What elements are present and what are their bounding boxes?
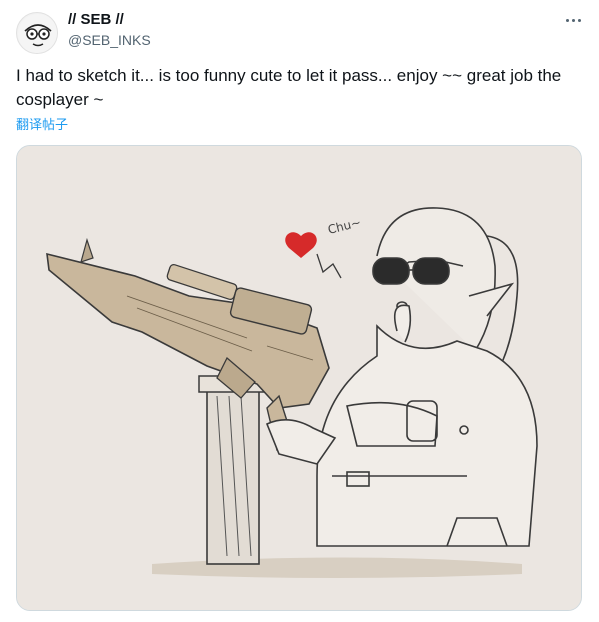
more-horizontal-icon bbox=[565, 18, 569, 22]
more-horizontal-icon bbox=[571, 18, 575, 22]
tweet-media-image[interactable]: Chu~ bbox=[16, 145, 582, 611]
tweet-card: // SEB // @SEB_INKS I had to sketch it..… bbox=[0, 0, 599, 622]
more-options-button[interactable] bbox=[559, 10, 587, 30]
more-horizontal-icon bbox=[577, 18, 581, 22]
display-name[interactable]: // SEB // bbox=[68, 10, 151, 29]
avatar[interactable] bbox=[16, 12, 58, 54]
translate-post-link[interactable]: 翻译帖子 bbox=[16, 117, 68, 133]
author-block: // SEB // @SEB_INKS bbox=[68, 10, 151, 49]
sketch-illustration: Chu~ bbox=[17, 146, 581, 610]
tweet-text: I had to sketch it... is too funny cute … bbox=[16, 66, 562, 109]
user-handle[interactable]: @SEB_INKS bbox=[68, 31, 151, 49]
cartoon-face-avatar-icon bbox=[18, 14, 57, 53]
